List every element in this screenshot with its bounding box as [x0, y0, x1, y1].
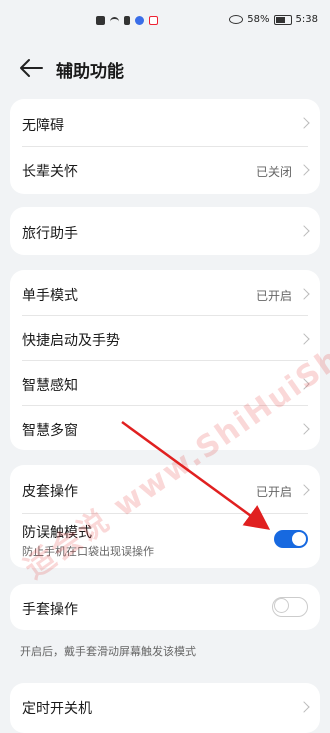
chevron-right-icon: [298, 378, 310, 390]
eye-icon: [229, 15, 244, 24]
card-cover: 皮套操作 已开启 防误触模式 防止手机在口袋出现误操作: [10, 465, 320, 568]
battery-icon: [273, 14, 292, 25]
row-accessibility[interactable]: 无障碍: [10, 99, 320, 147]
chevron-right-icon: [298, 288, 310, 300]
row-value: 已开启: [255, 485, 292, 499]
row-scheduled-power[interactable]: 定时开关机: [10, 683, 320, 729]
chevron-right-icon: [298, 701, 310, 713]
glove-operation-toggle[interactable]: [272, 597, 308, 617]
battery-percent: 58%: [247, 14, 270, 25]
page-header: 辅助功能: [0, 44, 330, 92]
row-label: 单手模式: [22, 288, 78, 304]
chevron-right-icon: [298, 333, 310, 345]
row-label: 无障碍: [22, 118, 64, 134]
row-label: 旅行助手: [22, 226, 78, 242]
row-elderly-care[interactable]: 长辈关怀 已关闭: [10, 147, 320, 194]
row-glove-operation: 手套操作: [10, 584, 320, 630]
accidental-touch-toggle[interactable]: [274, 530, 308, 548]
status-right: 58% 5:38: [229, 14, 318, 25]
row-cover-operation[interactable]: 皮套操作 已开启: [10, 465, 320, 513]
row-smart-multiwindow[interactable]: 智慧多窗: [10, 405, 320, 450]
card-accessibility: 无障碍 长辈关怀 已关闭: [10, 99, 320, 194]
row-value: 已开启: [255, 289, 292, 303]
clock: 5:38: [295, 14, 318, 25]
chevron-right-icon: [298, 423, 310, 435]
message-notification-icon: [149, 16, 158, 25]
status-bar: 58% 5:38: [0, 0, 330, 44]
chevron-right-icon: [298, 484, 310, 496]
row-smart-sense[interactable]: 智慧感知: [10, 360, 320, 405]
row-description: 防止手机在口袋出现误操作: [22, 545, 154, 558]
chevron-right-icon: [298, 164, 310, 176]
alert-icon: [96, 16, 105, 25]
app-notification-icon: [135, 16, 144, 25]
row-label: 长辈关怀: [22, 164, 78, 180]
hourglass-icon: [124, 16, 130, 25]
wifi-icon: [110, 16, 119, 25]
chevron-right-icon: [298, 117, 310, 129]
row-label: 智慧多窗: [22, 423, 78, 439]
row-label: 定时开关机: [22, 701, 92, 717]
card-scheduled-power: 定时开关机: [10, 683, 320, 733]
card-gestures: 单手模式 已开启 快捷启动及手势 智慧感知 智慧多窗: [10, 270, 320, 450]
row-label: 智慧感知: [22, 378, 78, 394]
row-travel-assistant[interactable]: 旅行助手: [10, 207, 320, 255]
row-label: 快捷启动及手势: [22, 333, 120, 349]
back-arrow-icon[interactable]: [18, 56, 44, 80]
row-label: 手套操作: [22, 602, 78, 618]
card-glove: 手套操作: [10, 584, 320, 630]
card-travel: 旅行助手: [10, 207, 320, 255]
row-label: 防误触模式: [22, 525, 92, 541]
toggle-knob: [275, 599, 288, 612]
row-one-hand[interactable]: 单手模式 已开启: [10, 270, 320, 315]
chevron-right-icon: [298, 225, 310, 237]
page-title: 辅助功能: [56, 62, 124, 82]
row-label: 皮套操作: [22, 484, 78, 500]
toggle-knob: [292, 532, 306, 546]
row-accidental-touch: 防误触模式 防止手机在口袋出现误操作: [10, 513, 320, 568]
glove-hint: 开启后，戴手套滑动屏幕触发该模式: [20, 645, 196, 658]
status-icons: [96, 16, 158, 25]
row-quick-start[interactable]: 快捷启动及手势: [10, 315, 320, 360]
row-value: 已关闭: [255, 165, 292, 179]
